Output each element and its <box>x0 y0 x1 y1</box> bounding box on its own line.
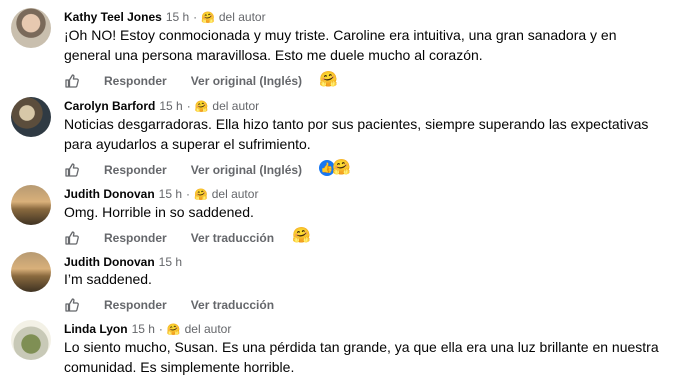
avatar[interactable] <box>11 97 51 137</box>
comment-text: Noticias desgarradoras. Ella hizo tanto … <box>64 116 649 152</box>
comment-text: I’m saddened. <box>64 271 152 287</box>
avatar[interactable] <box>11 252 51 292</box>
comment-text: Omg. Horrible in so saddened. <box>64 204 254 220</box>
care-emoji-icon: 🤗 <box>166 323 181 336</box>
reaction-summary[interactable]: 🤗 <box>319 72 338 88</box>
timestamp[interactable]: 15 h <box>159 187 182 201</box>
thumbs-up-icon[interactable] <box>64 73 80 89</box>
separator: · <box>186 99 191 113</box>
timestamp[interactable]: 15 h <box>132 322 155 336</box>
avatar[interactable] <box>11 8 51 48</box>
timestamp[interactable]: 15 h <box>166 10 189 24</box>
separator: · <box>158 322 163 336</box>
author-name[interactable]: Linda Lyon <box>64 322 128 336</box>
comment-header: Linda Lyon 15 h · 🤗 del autor <box>64 322 231 336</box>
care-emoji-icon: 🤗 <box>319 71 338 88</box>
author-reaction-label: del autor <box>218 10 266 24</box>
care-emoji-icon: 🤗 <box>194 100 209 113</box>
comment-actions: Responder Ver original (Inglés) <box>64 162 326 178</box>
see-translation-link[interactable]: Ver traducción <box>191 298 274 312</box>
reaction-summary[interactable]: 👍 🤗 <box>319 160 351 176</box>
see-translation-link[interactable]: Ver traducción <box>191 231 274 245</box>
reaction-summary[interactable]: 🤗 <box>292 228 311 244</box>
comment-actions: Responder Ver traducción <box>64 297 298 313</box>
comment-actions: Responder Ver original (Inglés) <box>64 73 326 89</box>
comment-header: Carolyn Barford 15 h · 🤗 del autor <box>64 99 259 113</box>
comment-text: ¡Oh NO! Estoy conmocionada y muy triste.… <box>64 27 617 63</box>
see-original-link[interactable]: Ver original (Inglés) <box>191 74 302 88</box>
comment-actions: Responder Ver traducción <box>64 230 298 246</box>
author-reaction-label: del autor <box>184 322 232 336</box>
care-emoji-icon: 🤗 <box>201 11 215 24</box>
author-name[interactable]: Judith Donovan <box>64 255 155 269</box>
thumbs-up-icon[interactable] <box>64 297 80 313</box>
separator: · <box>193 10 198 24</box>
thumbs-up-icon[interactable] <box>64 230 80 246</box>
avatar[interactable] <box>11 320 51 360</box>
care-emoji-icon: 🤗 <box>194 188 208 201</box>
reply-button[interactable]: Responder <box>104 298 167 312</box>
author-name[interactable]: Judith Donovan <box>64 187 155 201</box>
timestamp[interactable]: 15 h <box>159 255 182 269</box>
reply-button[interactable]: Responder <box>104 231 167 245</box>
care-emoji-icon: 🤗 <box>292 227 311 244</box>
author-name[interactable]: Carolyn Barford <box>64 99 155 113</box>
comment-text: Lo siento mucho, Susan. Es una pérdida t… <box>64 339 659 375</box>
separator: · <box>186 187 191 201</box>
reply-button[interactable]: Responder <box>104 74 167 88</box>
reply-button[interactable]: Responder <box>104 163 167 177</box>
comment-header: Kathy Teel Jones 15 h · 🤗 del autor <box>64 10 266 24</box>
avatar[interactable] <box>11 185 51 225</box>
author-name[interactable]: Kathy Teel Jones <box>64 10 162 24</box>
comment-header: Judith Donovan 15 h <box>64 255 182 269</box>
timestamp[interactable]: 15 h <box>159 99 182 113</box>
author-reaction-label: del autor <box>212 99 260 113</box>
comment-header: Judith Donovan 15 h · 🤗 del autor <box>64 187 258 201</box>
see-original-link[interactable]: Ver original (Inglés) <box>191 163 302 177</box>
author-reaction-label: del autor <box>211 187 259 201</box>
thumbs-up-icon[interactable] <box>64 162 80 178</box>
care-emoji-icon: 🤗 <box>332 159 351 176</box>
